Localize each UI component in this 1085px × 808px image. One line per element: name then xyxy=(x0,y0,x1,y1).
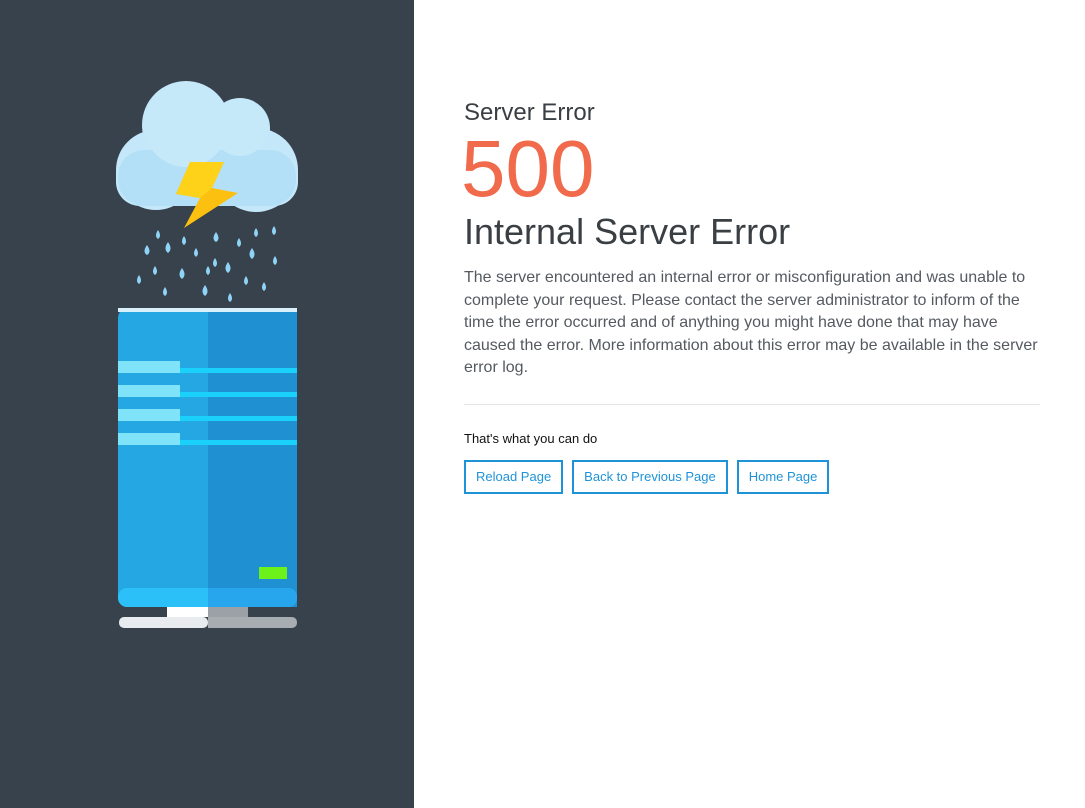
error-content: Server Error 500 Internal Server Error T… xyxy=(461,98,1040,494)
error-code: 500 xyxy=(461,124,595,213)
error-title: Internal Server Error xyxy=(464,211,791,252)
error-description: The server encountered an internal error… xyxy=(464,269,1038,376)
error-page: Server Error 500 Internal Server Error T… xyxy=(0,0,1085,808)
divider xyxy=(464,403,1040,405)
rain-icon xyxy=(137,226,277,302)
back-to-previous-page-button[interactable]: Back to Previous Page xyxy=(572,459,728,494)
server-icon xyxy=(118,308,297,628)
message-panel: Server Error 500 Internal Server Error T… xyxy=(414,0,1085,808)
actions-label: That's what you can do xyxy=(464,430,598,446)
home-page-button[interactable]: Home Page xyxy=(736,459,830,494)
server-illustration xyxy=(116,81,298,628)
status-light xyxy=(259,567,287,579)
reload-page-button[interactable]: Reload Page xyxy=(464,459,564,494)
illustration-panel xyxy=(0,0,414,808)
action-buttons: Reload Page Back to Previous Page Home P… xyxy=(464,459,1040,494)
